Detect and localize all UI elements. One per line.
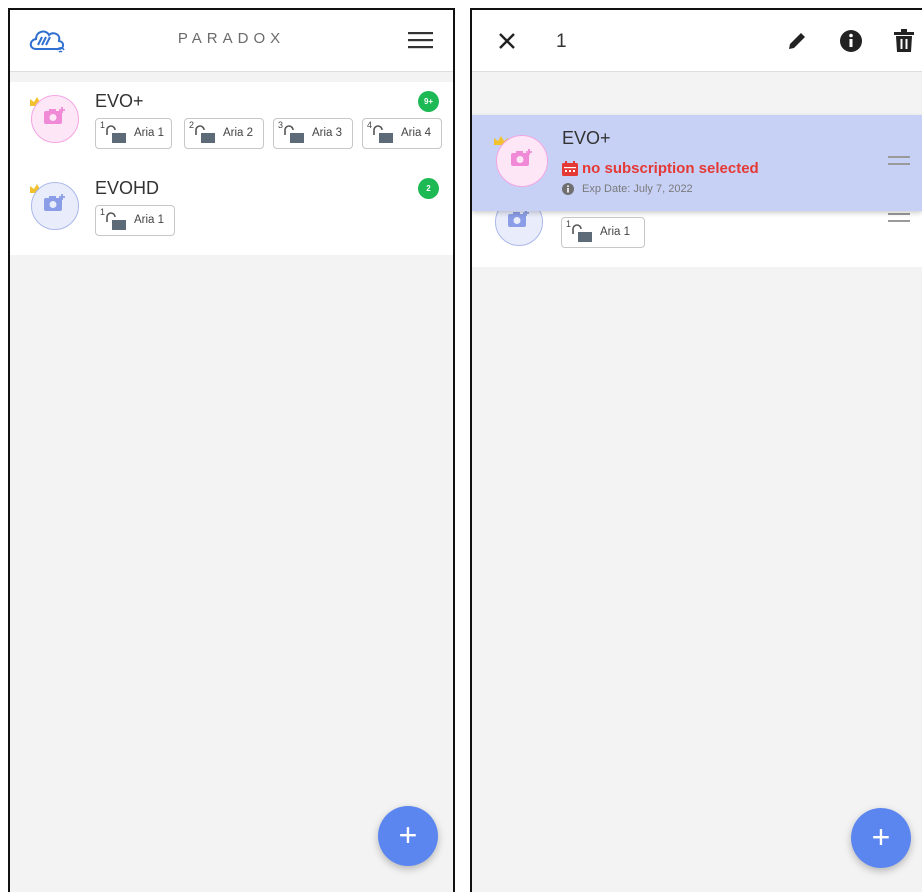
notification-badge: 2: [418, 178, 439, 199]
area-chip[interactable]: 1 Aria 1: [95, 205, 175, 236]
exp-date: Exp Date: July 7, 2022: [582, 183, 693, 195]
left-screen: PARADOX EVO+ 9+ 1 Aria 1 2 Aria 2 3 Aria…: [8, 8, 455, 892]
area-label: Aria 1: [134, 127, 165, 139]
subscription-status: no subscription selected: [582, 160, 759, 177]
selected-device-row[interactable]: EVO+ no subscription selected Exp Date: …: [472, 115, 922, 211]
area-chip[interactable]: 3 Aria 3: [273, 118, 353, 149]
info-icon[interactable]: [839, 29, 863, 53]
unlocked-padlock-icon: [106, 125, 126, 143]
close-icon[interactable]: [498, 32, 516, 50]
hamburger-menu-icon[interactable]: [408, 31, 433, 49]
trash-icon[interactable]: [893, 29, 915, 53]
avatar: [31, 182, 79, 230]
right-screen: 1 1 Aria 1 EVO+ no subscription selected…: [470, 8, 922, 892]
device-row-evo-plus[interactable]: EVO+ 9+ 1 Aria 1 2 Aria 2 3 Aria 3 4 Ari…: [10, 82, 453, 168]
brand-title: PARADOX: [177, 30, 286, 47]
unlocked-padlock-icon: [195, 125, 215, 143]
calendar-icon: [562, 161, 578, 176]
area-chip[interactable]: 1 Aria 1: [561, 217, 645, 248]
area-label: Aria 4: [401, 127, 432, 139]
app-header: PARADOX: [10, 10, 453, 72]
camera-plus-icon: [511, 149, 532, 166]
area-chip[interactable]: 4 Aria 4: [362, 118, 442, 149]
device-name: EVO+: [562, 128, 611, 148]
info-small-icon: [562, 183, 574, 195]
avatar: [31, 95, 79, 143]
unlocked-padlock-icon: [373, 125, 393, 143]
plus-icon: +: [871, 819, 891, 855]
unlocked-padlock-icon: [284, 125, 304, 143]
device-row-evohd[interactable]: EVOHD 2 1 Aria 1: [10, 169, 453, 255]
device-name: EVO+: [95, 91, 144, 111]
avatar: [496, 135, 548, 187]
area-label: Aria 3: [312, 127, 343, 139]
device-row-evohd[interactable]: 1 Aria 1: [472, 198, 922, 267]
drag-handle-icon[interactable]: [888, 156, 910, 165]
plus-icon: +: [398, 817, 418, 853]
unlocked-padlock-icon: [572, 224, 592, 242]
device-name: EVOHD: [95, 178, 160, 198]
device-list: EVO+ 9+ 1 Aria 1 2 Aria 2 3 Aria 3 4 Ari…: [10, 82, 453, 255]
edit-icon[interactable]: [786, 30, 808, 52]
add-device-button[interactable]: +: [378, 806, 438, 866]
add-device-button[interactable]: +: [851, 808, 911, 868]
area-label: Aria 2: [223, 127, 254, 139]
area-chip[interactable]: 2 Aria 2: [184, 118, 264, 149]
camera-plus-icon: [44, 194, 65, 211]
selection-toolbar: 1: [472, 10, 922, 72]
drag-handle-icon[interactable]: [888, 213, 910, 222]
area-chip[interactable]: 1 Aria 1: [95, 118, 172, 149]
area-label: Aria 1: [600, 226, 631, 238]
camera-plus-icon: [44, 107, 65, 124]
selected-count: 1: [556, 31, 567, 52]
camera-plus-icon: [508, 210, 529, 227]
area-label: Aria 1: [134, 214, 165, 226]
notification-badge: 9+: [418, 91, 439, 112]
unlocked-padlock-icon: [106, 212, 126, 230]
